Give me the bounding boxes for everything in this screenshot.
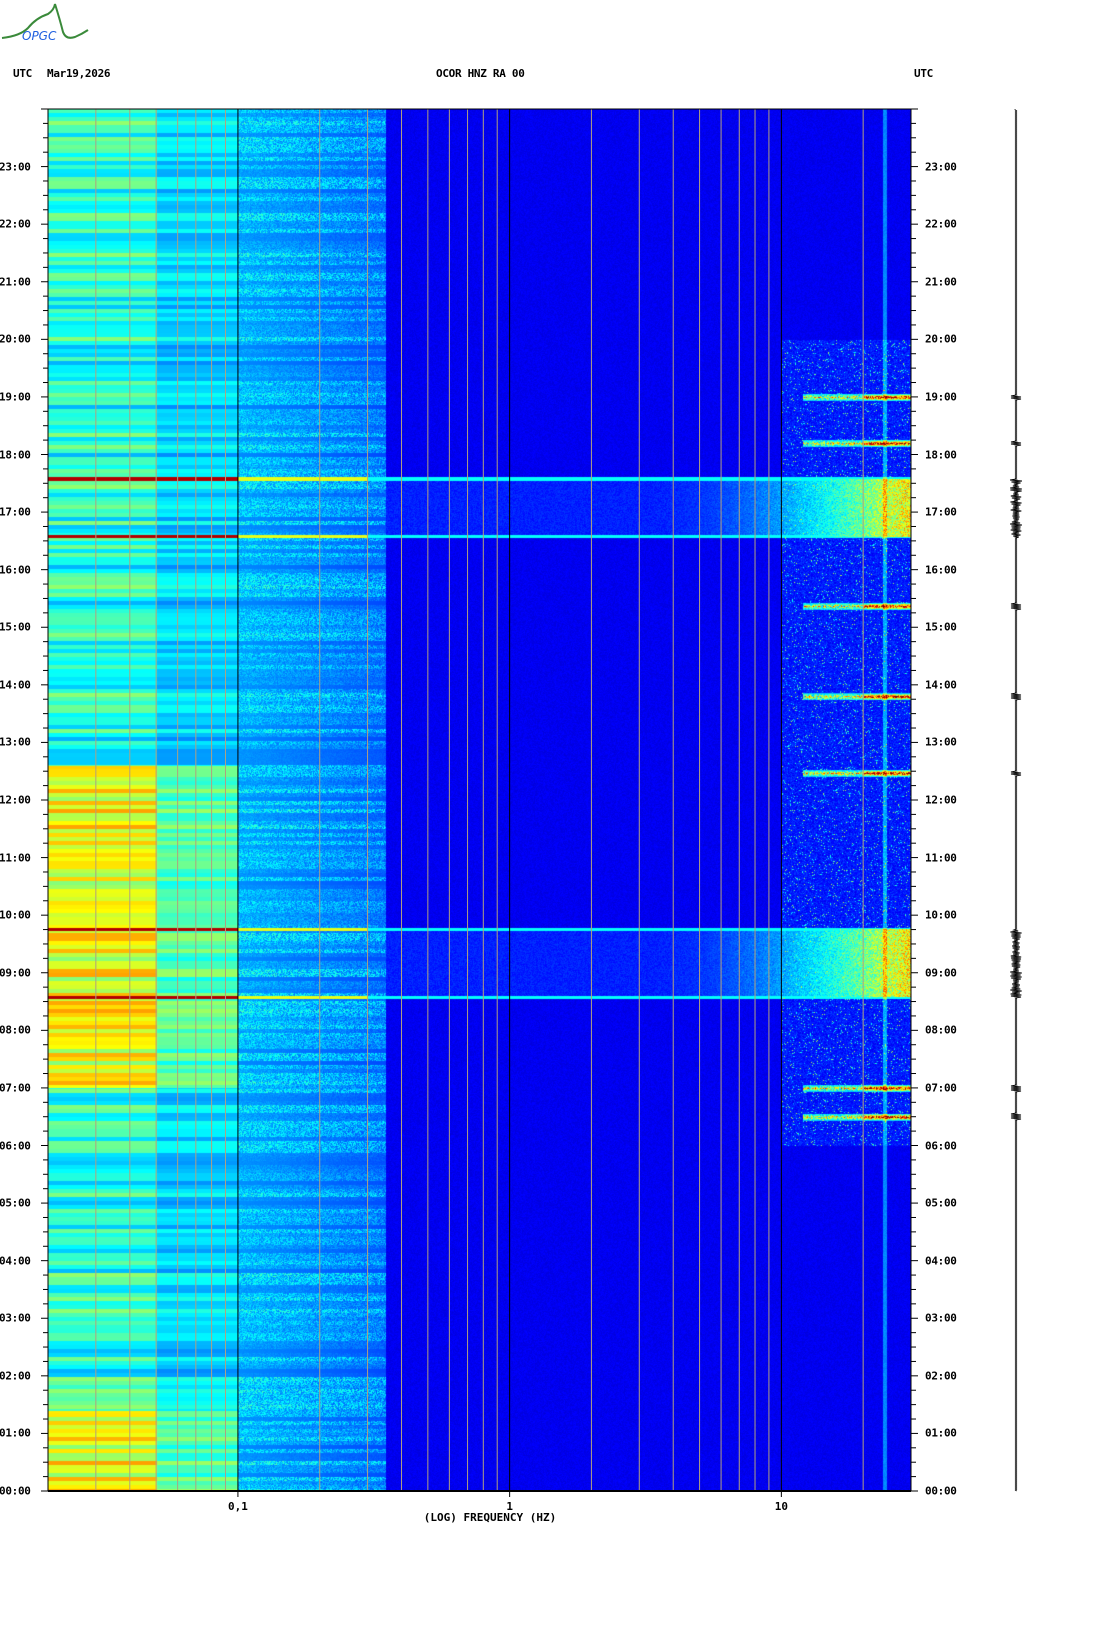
y-tick-label-right: 12:00 [925,793,957,807]
y-tick-label-left: 11:00 [0,851,31,865]
y-tick-label-left: 12:00 [0,793,31,807]
y-tick-label-left: 03:00 [0,1311,31,1325]
y-tick-label-left: 01:00 [0,1426,31,1440]
y-tick-label-right: 10:00 [925,908,957,922]
y-tick-label-right: 15:00 [925,620,957,634]
y-tick-label-right: 13:00 [925,735,957,749]
y-tick-label-left: 13:00 [0,735,31,749]
y-tick-label-right: 00:00 [925,1484,957,1498]
y-tick-label-right: 01:00 [925,1426,957,1440]
y-tick-label-right: 20:00 [925,332,957,346]
y-tick-label-right: 03:00 [925,1311,957,1325]
y-tick-label-left: 09:00 [0,966,31,980]
y-tick-label-right: 14:00 [925,678,957,692]
y-tick-label-left: 04:00 [0,1254,31,1268]
y-tick-label-right: 18:00 [925,448,957,461]
y-tick-label-left: 08:00 [0,1023,31,1037]
y-tick-label-right: 09:00 [925,966,957,980]
y-tick-label-left: 06:00 [0,1139,31,1152]
y-tick-label-left: 14:00 [0,678,31,692]
y-tick-label-right: 05:00 [925,1196,957,1210]
y-tick-label-left: 22:00 [0,217,31,231]
y-tick-label-right: 04:00 [925,1254,957,1268]
y-tick-label-left: 10:00 [0,908,31,922]
y-tick-label-right: 07:00 [925,1081,957,1095]
y-tick-label-right: 19:00 [925,390,957,404]
y-tick-label-left: 00:00 [0,1484,31,1498]
y-tick-label-right: 08:00 [925,1023,957,1037]
y-tick-label-left: 20:00 [0,332,31,346]
seismogram-trace [1009,109,1022,1492]
y-tick-label-right: 16:00 [925,563,957,577]
y-tick-label-right: 21:00 [925,275,957,289]
y-tick-label-right: 22:00 [925,217,957,231]
x-axis-title: (LOG) FREQUENCY (HZ) [423,1511,557,1524]
y-tick-label-left: 19:00 [0,390,31,404]
y-tick-label-left: 18:00 [0,448,31,461]
y-tick-label-right: 06:00 [925,1139,957,1152]
y-tick-label-left: 17:00 [0,505,31,519]
y-tick-label-right: 17:00 [925,505,957,519]
y-tick-label-right: 02:00 [925,1369,957,1383]
y-tick-label-right: 11:00 [925,851,957,865]
x-tick-label: 10 [774,1500,788,1513]
y-tick-label-left: 15:00 [0,620,31,634]
y-tick-label-left: 23:00 [0,160,31,174]
y-tick-label-left: 16:00 [0,563,31,577]
x-tick-label: 0,1 [227,1500,248,1513]
y-tick-label-left: 05:00 [0,1196,31,1210]
y-tick-label-left: 02:00 [0,1369,31,1383]
chart-overlay [41,108,1022,1497]
y-tick-label-left: 21:00 [0,275,31,289]
y-tick-label-right: 23:00 [925,160,957,174]
y-tick-label-left: 07:00 [0,1081,31,1095]
